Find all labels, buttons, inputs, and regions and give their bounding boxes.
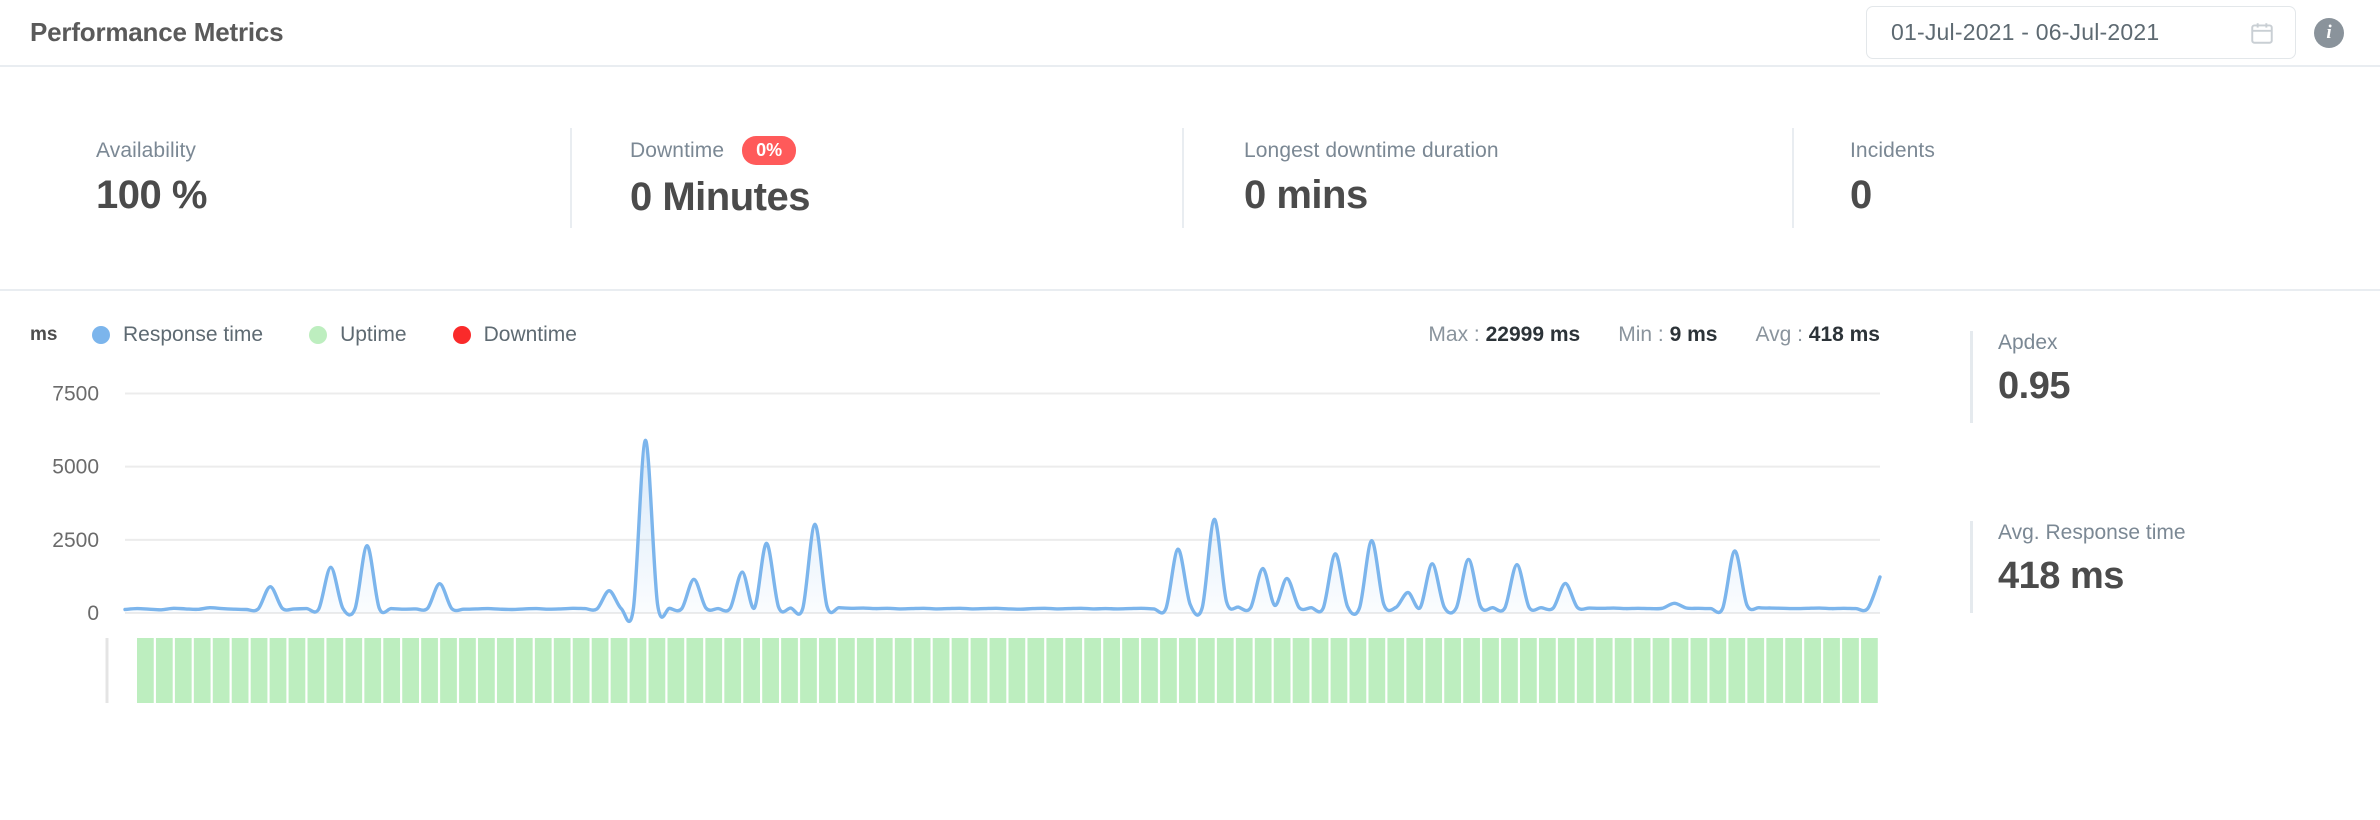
stat-max: Max : 22999 ms <box>1428 323 1580 347</box>
status-badge: 0% <box>742 135 797 166</box>
stat-avg-label: Avg : <box>1755 323 1803 346</box>
y-axis-tick-label: 0 <box>87 602 99 625</box>
legend-item-downtime[interactable]: Downtime <box>452 323 577 347</box>
metric-card-avg-response-time: Avg. Response time 418 ms <box>1950 521 2380 613</box>
side-metrics-panel: Apdex 0.95 Avg. Response time 418 ms <box>1950 291 2380 820</box>
kpi-downtime: Downtime 0% 0 Minutes <box>570 128 1182 228</box>
kpi-value: 0 mins <box>1244 172 1368 217</box>
y-axis-tick-label: 7500 <box>52 382 99 405</box>
legend-dot-icon <box>92 326 110 344</box>
metric-card-apdex: Apdex 0.95 <box>1950 331 2380 423</box>
performance-metrics-page: Performance Metrics 01-Jul-2021 - 06-Jul… <box>0 0 2380 820</box>
response-time-area-chart: 0 2500 5000 7500 <box>52 382 1882 703</box>
chart-plot-area[interactable]: 0 2500 5000 7500 <box>0 353 1950 813</box>
calendar-icon <box>2249 20 2275 46</box>
date-range-picker[interactable]: 01-Jul-2021 - 06-Jul-2021 <box>1866 6 2296 59</box>
page-title: Performance Metrics <box>30 17 284 47</box>
kpi-row: Availability 100 % Downtime 0% 0 Minutes… <box>0 67 2380 289</box>
metric-value: 418 ms <box>1998 555 2124 597</box>
chart-section: ms Response time Uptime Downtime Max: 2… <box>0 291 2380 820</box>
stat-min: Min : 9 ms <box>1618 323 1717 347</box>
chart-toolbar: ms Response time Uptime Downtime Max: 2… <box>0 291 1950 353</box>
legend-label: Response time <box>123 323 264 346</box>
kpi-availability: Availability 100 % <box>30 128 570 228</box>
kpi-value: 0 <box>1850 172 1872 217</box>
legend-label: Uptime <box>340 323 407 346</box>
y-axis-unit-label: ms <box>30 324 58 345</box>
chart-legend: Response time Uptime Downtime <box>92 323 577 347</box>
kpi-value: 0 Minutes <box>630 175 810 220</box>
kpi-label: Longest downtime duration <box>1244 138 1499 162</box>
stat-max-label: Max : <box>1428 323 1480 346</box>
legend-dot-icon <box>452 326 471 344</box>
kpi-incidents: Incidents 0 <box>1792 128 2192 228</box>
metric-label: Avg. Response time <box>1998 521 2186 544</box>
kpi-longest-downtime-duration: Longest downtime duration 0 mins <box>1182 128 1792 228</box>
stat-avg: Avg : 418 ms <box>1755 323 1880 347</box>
date-range-value: 01-Jul-2021 - 06-Jul-2021 <box>1891 19 2160 45</box>
chart-main: ms Response time Uptime Downtime Max: 2… <box>0 291 1950 820</box>
y-axis-tick-label: 2500 <box>52 529 99 552</box>
kpi-label: Availability <box>96 138 197 162</box>
info-icon[interactable]: i <box>2314 17 2344 48</box>
kpi-label: Incidents <box>1850 138 1935 162</box>
legend-dot-icon <box>309 326 328 344</box>
stat-min-label: Min : <box>1618 323 1664 346</box>
chart-summary-stats: Max : 22999 ms Min : 9 ms Avg : 418 ms <box>1428 323 1950 347</box>
stat-avg-value: 418 ms <box>1808 323 1880 346</box>
kpi-label: Downtime <box>630 138 725 162</box>
legend-label: Downtime <box>483 323 577 346</box>
stat-max-value: 22999 ms <box>1485 323 1581 346</box>
legend-item-response-time[interactable]: Response time <box>92 323 263 347</box>
metric-value: 0.95 <box>1998 365 2070 407</box>
stat-min-value: 9 ms <box>1669 323 1718 346</box>
y-axis-tick-label: 5000 <box>52 456 99 479</box>
metric-label: Apdex <box>1998 331 2058 354</box>
page-header: Performance Metrics 01-Jul-2021 - 06-Jul… <box>0 0 2380 65</box>
legend-item-uptime[interactable]: Uptime <box>309 323 407 347</box>
header-actions: 01-Jul-2021 - 06-Jul-2021 i <box>1866 6 2344 59</box>
kpi-value: 100 % <box>96 172 207 217</box>
